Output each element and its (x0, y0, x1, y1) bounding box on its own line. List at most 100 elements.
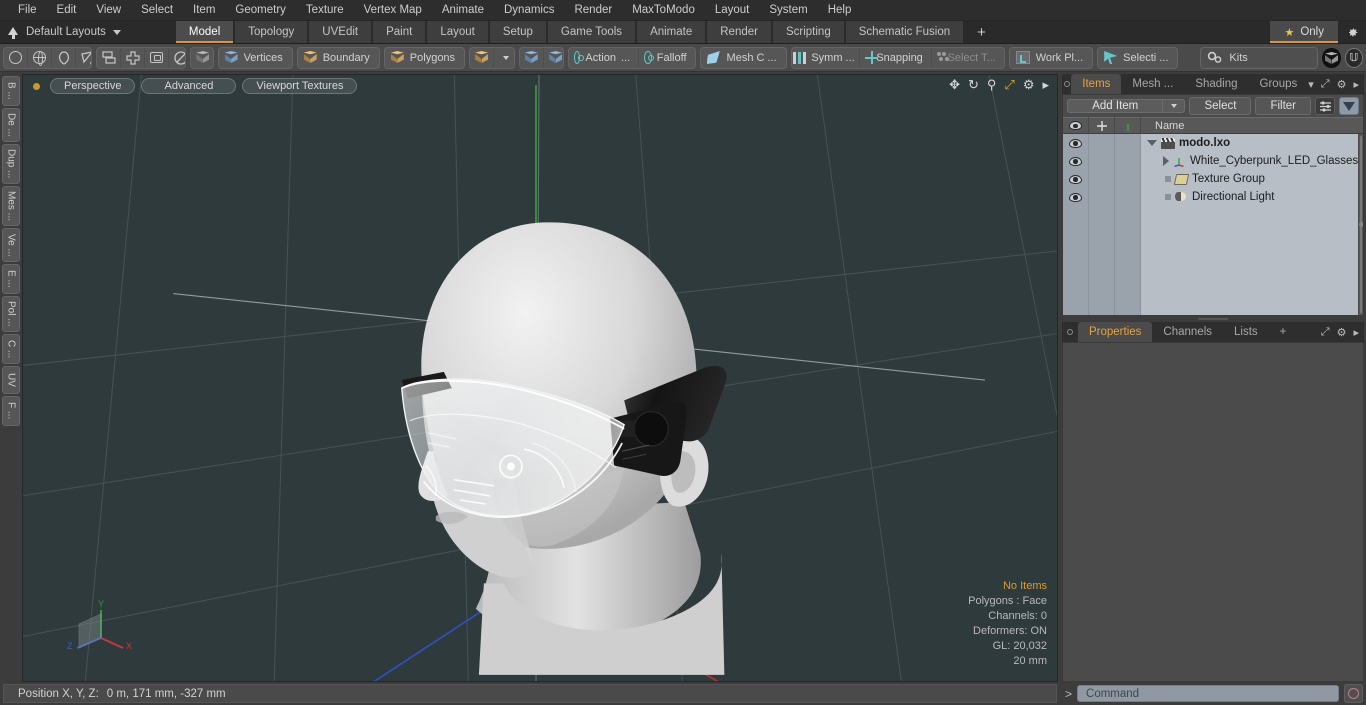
menu-item-file[interactable]: File (8, 0, 47, 21)
column-visibility[interactable] (1063, 117, 1089, 134)
menu-item-system[interactable]: System (759, 0, 817, 21)
run-command-button[interactable] (1344, 684, 1363, 703)
vtab-fusion[interactable]: F ... (2, 396, 20, 426)
table-row[interactable]: Directional Light (1141, 188, 1358, 206)
vtab-curve[interactable]: C ... (2, 334, 20, 364)
chevron-down-icon[interactable]: ▾ (1308, 78, 1314, 91)
zoom-icon[interactable]: ⚲ (987, 78, 997, 91)
item-mode-dropdown[interactable] (494, 48, 514, 68)
vtab-edge[interactable]: E ... (2, 264, 20, 294)
tab-shading[interactable]: Shading (1184, 74, 1248, 94)
play-icon[interactable]: ▸ (1353, 326, 1359, 339)
menu-item-maxtomodo[interactable]: MaxToModo (622, 0, 705, 21)
play-icon[interactable]: ▸ (1353, 78, 1359, 91)
modo-globe-button[interactable] (1322, 47, 1341, 68)
vtab-uv[interactable]: UV (2, 366, 20, 394)
menu-item-render[interactable]: Render (564, 0, 622, 21)
column-lock[interactable] (1089, 117, 1115, 134)
filter-funnel-button[interactable] (1339, 97, 1359, 115)
tab-setup[interactable]: Setup (488, 21, 547, 43)
tab-properties[interactable]: Properties (1078, 322, 1153, 342)
tab-game-tools[interactable]: Game Tools (546, 21, 637, 43)
fit-icon[interactable]: ⤢ (1004, 78, 1014, 91)
menu-item-select[interactable]: Select (131, 0, 183, 21)
kits-button[interactable]: Kits (1200, 46, 1319, 69)
selection-mode-boundary[interactable]: Boundary (296, 46, 380, 69)
tab-model[interactable]: Model (174, 21, 235, 43)
tab-render[interactable]: Render (706, 21, 772, 43)
tab-layout[interactable]: Layout (426, 21, 489, 43)
tab-channels[interactable]: Channels (1152, 322, 1223, 342)
pane-menu-dot[interactable] (1062, 322, 1078, 342)
add-item-dropdown[interactable] (1163, 99, 1186, 113)
menu-item-geometry[interactable]: Geometry (225, 0, 296, 21)
mirror-tool-button[interactable] (97, 47, 122, 68)
vtab-duplicate[interactable]: Dup ... (2, 144, 20, 184)
tab-scripting[interactable]: Scripting (771, 21, 845, 43)
rotate-icon[interactable]: ↻ (968, 78, 979, 91)
tab-schematic-fusion[interactable]: Schematic Fusion (844, 21, 965, 43)
select-through-button[interactable]: Select T... (932, 48, 1004, 68)
move-icon[interactable]: ✥ (949, 78, 960, 91)
add-item-button[interactable]: Add Item (1067, 99, 1164, 113)
paint-tool-2-button[interactable] (544, 48, 564, 68)
scrollbar-thumb[interactable] (1358, 136, 1363, 313)
viewport-textures-button[interactable]: Viewport Textures (242, 78, 358, 94)
curve-tool-button[interactable] (76, 48, 92, 68)
select-button[interactable]: Select (1189, 97, 1252, 115)
item-mode-button[interactable] (470, 47, 495, 68)
gear-icon[interactable]: ⚙ (1337, 78, 1347, 91)
only-toggle-button[interactable]: ★ Only (1269, 21, 1338, 43)
row-eye-3[interactable] (1063, 188, 1088, 206)
action-center-button[interactable]: Action ... (569, 47, 640, 68)
tab-lists[interactable]: Lists (1223, 322, 1269, 342)
play-icon[interactable]: ▸ (1042, 78, 1049, 91)
row-eye-1[interactable] (1063, 152, 1088, 170)
circle-tool-button[interactable] (4, 47, 28, 68)
menu-item-edit[interactable]: Edit (47, 0, 87, 21)
default-layouts-dropdown[interactable]: Default Layouts (0, 21, 131, 43)
3d-viewport[interactable]: Perspective Advanced Viewport Textures ✥… (22, 74, 1058, 682)
vtab-mesh-edit[interactable]: Mes ... (2, 186, 20, 226)
menu-item-layout[interactable]: Layout (705, 0, 760, 21)
vtab-vertex[interactable]: Ve ... (2, 228, 20, 262)
menu-item-vertex-map[interactable]: Vertex Map (354, 0, 432, 21)
selection-set-button[interactable]: Selecti ... (1097, 46, 1179, 69)
pen-tool-button[interactable] (52, 47, 76, 68)
viewport-view-button[interactable]: Perspective (50, 78, 136, 94)
tab-uvedit[interactable]: UVEdit (308, 21, 373, 43)
selection-mode-polygons[interactable]: Polygons (383, 46, 466, 69)
work-plane-button[interactable]: Work Pl... (1008, 46, 1094, 69)
menu-item-texture[interactable]: Texture (296, 0, 354, 21)
table-row[interactable]: modo.lxo (1141, 134, 1358, 152)
tab-paint[interactable]: Paint (372, 21, 427, 43)
unreal-engine-button[interactable]: 𝕌 (1344, 47, 1363, 68)
column-transform[interactable] (1115, 117, 1141, 134)
disclosure-right-icon[interactable] (1163, 156, 1169, 166)
radial-tool-button[interactable] (169, 48, 185, 68)
tab-mesh[interactable]: Mesh ... (1121, 74, 1184, 94)
vtab-basic[interactable]: B ... (2, 76, 20, 106)
tab-items[interactable]: Items (1071, 74, 1122, 94)
pane-menu-dot[interactable] (1062, 74, 1071, 94)
menu-item-animate[interactable]: Animate (432, 0, 494, 21)
viewport-shading-button[interactable]: Advanced (141, 78, 237, 94)
symmetry-button[interactable]: Symm ... (792, 47, 861, 68)
menu-item-item[interactable]: Item (183, 0, 225, 21)
vtab-deform[interactable]: De ... (2, 108, 20, 142)
snapping-button[interactable]: Snapping (860, 47, 932, 68)
command-input[interactable]: Command (1077, 685, 1339, 702)
center-tool-button[interactable] (145, 47, 170, 68)
row-eye-0[interactable] (1063, 134, 1088, 152)
items-tree-scrollbar[interactable] (1358, 134, 1363, 315)
gear-icon[interactable]: ⚙ (1337, 326, 1347, 339)
row-eye-2[interactable] (1063, 170, 1088, 188)
tab-topology[interactable]: Topology (234, 21, 309, 43)
disclosure-down-icon[interactable] (1147, 140, 1157, 146)
menu-item-dynamics[interactable]: Dynamics (494, 0, 564, 21)
menu-item-help[interactable]: Help (818, 0, 862, 21)
tab-animate[interactable]: Animate (636, 21, 707, 43)
gear-icon[interactable]: ⚙ (1023, 78, 1035, 91)
expand-icon[interactable]: ⤢ (1321, 326, 1330, 339)
component-cube-button[interactable] (191, 48, 213, 68)
